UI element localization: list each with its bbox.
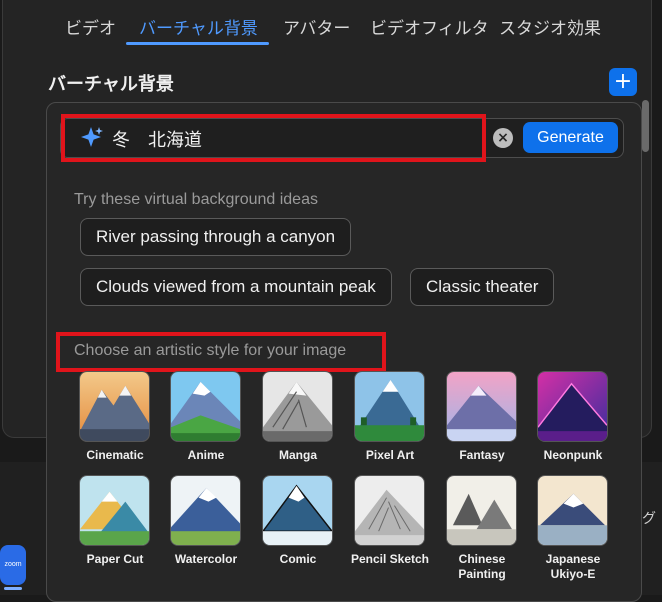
section-title: バーチャル背景: [48, 74, 174, 95]
style-thumb-fantasy[interactable]: [446, 371, 517, 442]
style-thumb-anime[interactable]: [170, 371, 241, 442]
idea-chip-theater[interactable]: Classic theater: [410, 268, 555, 306]
ukiyo-e-image: [538, 476, 607, 545]
style-thumb-neonpunk[interactable]: [537, 371, 608, 442]
style-thumb-watercolor[interactable]: [170, 475, 241, 546]
watercolor-image: [171, 476, 240, 545]
tab-studio-effects[interactable]: スタジオ効果: [499, 14, 601, 39]
highlight-box-prompt: [61, 114, 486, 162]
idea-chip-canyon[interactable]: River passing through a canyon: [80, 218, 352, 256]
tab-bar: ビデオ バーチャル背景 アバター ビデオフィルタ スタジオ効果: [3, 0, 651, 48]
style-thumb-paper-cut[interactable]: [79, 475, 150, 546]
style-label-chinese-painting: Chinese Painting: [458, 552, 506, 581]
add-background-button[interactable]: +: [609, 68, 637, 96]
tab-video-filter[interactable]: ビデオフィルタ: [370, 14, 489, 39]
zoom-app-icon[interactable]: zoom: [0, 545, 26, 585]
style-thumb-pencil-sketch[interactable]: [354, 475, 425, 546]
style-label-manga: Manga: [278, 448, 317, 462]
tab-avatar[interactable]: アバター: [283, 14, 350, 39]
highlight-box-style: [56, 332, 386, 372]
clear-icon[interactable]: ×: [493, 128, 513, 148]
comic-image: [263, 476, 332, 545]
pixel-art-image: [355, 372, 424, 441]
style-thumb-comic[interactable]: [262, 475, 333, 546]
anime-image: [171, 372, 240, 441]
style-thumb-cinematic[interactable]: [79, 371, 150, 442]
style-label-pixel-art: Pixel Art: [365, 448, 415, 462]
style-label-neonpunk: Neonpunk: [543, 448, 603, 462]
style-label-paper-cut: Paper Cut: [86, 552, 144, 566]
ideas-label: Try these virtual background ideas: [74, 191, 318, 208]
style-label-pencil-sketch: Pencil Sketch: [350, 552, 430, 566]
chinese-painting-image: [447, 476, 516, 545]
neonpunk-image: [538, 372, 607, 441]
edge-text: グ: [642, 511, 656, 527]
idea-chip-mountain-peak[interactable]: Clouds viewed from a mountain peak: [80, 268, 392, 306]
style-label-anime: Anime: [187, 448, 225, 462]
style-label-japanese-ukiyo-e: Japanese Ukiyo-E: [545, 552, 601, 581]
style-label-cinematic: Cinematic: [86, 448, 144, 462]
generate-button[interactable]: Generate: [523, 122, 618, 153]
paper-cut-image: [80, 476, 149, 545]
pencil-sketch-image: [355, 476, 424, 545]
scrollbar-thumb[interactable]: [642, 100, 649, 152]
manga-image: [263, 372, 332, 441]
active-app-indicator: [4, 587, 22, 590]
style-label-comic: Comic: [279, 552, 317, 566]
style-label-watercolor: Watercolor: [174, 552, 238, 566]
tab-video[interactable]: ビデオ: [65, 14, 116, 39]
style-thumb-manga[interactable]: [262, 371, 333, 442]
style-thumb-chinese-painting[interactable]: [446, 475, 517, 546]
style-thumb-japanese-ukiyo-e[interactable]: [537, 475, 608, 546]
cinematic-image: [80, 372, 149, 441]
tab-virtual-background[interactable]: バーチャル背景: [139, 14, 258, 39]
fantasy-image: [447, 372, 516, 441]
style-thumb-pixel-art[interactable]: [354, 371, 425, 442]
style-label-fantasy: Fantasy: [459, 448, 505, 462]
active-tab-indicator: [126, 42, 269, 45]
